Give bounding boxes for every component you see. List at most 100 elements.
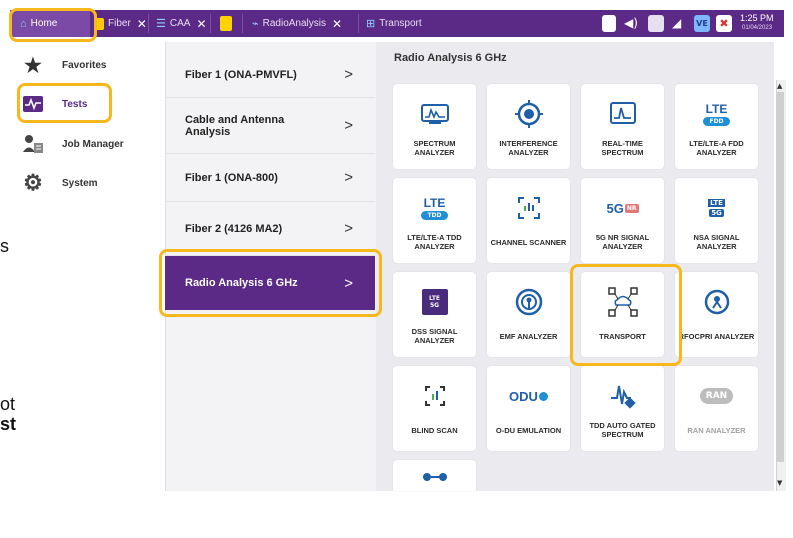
tests-icon — [22, 94, 44, 114]
sidebar-item-label: Favorites — [62, 59, 107, 71]
tile-nsa-signal-analyzer[interactable]: LTE 5G NSA SIGNAL ANALYZER — [675, 178, 758, 263]
tab-divider — [148, 14, 149, 33]
sidebar-item-tests[interactable]: Tests — [22, 91, 87, 117]
sidebar-item-job-manager[interactable]: Job Manager — [22, 131, 124, 157]
speaker-icon: ◀) — [624, 16, 638, 30]
badge-top: LTE — [423, 195, 446, 210]
tile-5g-nr-signal-analyzer[interactable]: 5G NR 5G NR SIGNAL ANALYZER — [581, 178, 664, 263]
sidebar-item-system[interactable]: ⚙ System — [22, 170, 98, 196]
panel-title: Radio Analysis 6 GHz — [394, 52, 507, 64]
edge-text: s — [0, 236, 9, 256]
lte-fdd-icon: LTE FDD — [675, 100, 758, 128]
tab-radio-analysis-label: RadioAnalysis — [262, 18, 326, 29]
category-label: Fiber 2 (4126 MA2) — [185, 222, 283, 235]
tile-label: REAL-TIME SPECTRUM — [601, 139, 644, 157]
scroll-up-arrow-icon[interactable]: ▲ — [777, 82, 782, 90]
tile-emf-analyzer[interactable]: EMF ANALYZER — [487, 272, 570, 357]
tab-divider — [210, 14, 211, 33]
category-item-cable-antenna[interactable]: Cable and Antenna Analysis > — [165, 98, 375, 154]
tab-fiber[interactable]: Fiber ✕ — [94, 10, 147, 37]
star-icon: ★ — [24, 54, 42, 77]
tools-icon[interactable]: ✖ — [716, 15, 732, 32]
transport-icon: ⊞ — [366, 18, 376, 30]
tile-lte-tdd-analyzer[interactable]: LTE TDD LTE/LTE-A TDD ANALYZER — [393, 178, 476, 263]
5g-nr-icon: 5G NR — [581, 194, 664, 222]
tile-label: SPECTRUM ANALYZER — [413, 139, 456, 157]
badge-bottom: TDD — [421, 210, 448, 220]
dss-badge: LTE 5G — [421, 289, 448, 315]
lte-tdd-icon: LTE TDD — [393, 194, 476, 222]
tile-label: LTE/LTE-A TDD ANALYZER — [407, 233, 462, 251]
tile-ran-analyzer[interactable]: RAN RAN ANALYZER — [675, 366, 758, 451]
tile-dss-signal-analyzer[interactable]: LTE 5G DSS SIGNAL ANALYZER — [393, 272, 476, 357]
scrollbar-thumb[interactable] — [777, 92, 784, 462]
tile-lte-fdd-analyzer[interactable]: LTE FDD LTE/LTE-A FDD ANALYZER — [675, 84, 758, 169]
battery-icon — [602, 15, 616, 32]
badge-top: LTE — [708, 199, 725, 207]
rfocpri-icon — [675, 288, 758, 316]
network-icon — [648, 15, 664, 32]
badge-top: 5G — [606, 200, 624, 216]
tile-label: 5G NR SIGNAL ANALYZER — [595, 233, 650, 251]
tile-transport[interactable]: TRANSPORT — [581, 272, 664, 357]
tile-label: INTERFERENCE ANALYZER — [499, 139, 558, 157]
chevron-right-icon: > — [344, 169, 353, 186]
tile-tdd-auto-gated-spectrum[interactable]: TDD AUTO GATED SPECTRUM — [581, 366, 664, 451]
tile-label: O-DU EMULATION — [495, 425, 562, 435]
fiber-icon — [94, 17, 104, 30]
radio-analysis-icon: ⌁ — [252, 18, 259, 30]
close-icon[interactable]: ✕ — [332, 17, 342, 31]
tile-channel-scanner[interactable]: CHANNEL SCANNER — [487, 178, 570, 263]
signal-icon: ◢ — [672, 16, 682, 30]
tile-label: LTE/LTE-A FDD ANALYZER — [689, 139, 744, 157]
tab-caa[interactable]: ☰ CAA ✕ — [156, 10, 207, 37]
close-icon[interactable]: ✕ — [196, 17, 206, 31]
tile-rfocpri-analyzer[interactable]: RFoCPRI ANALYZER — [675, 272, 758, 357]
tab-fiber-label: Fiber — [108, 18, 131, 29]
tab-transport[interactable]: ⊞ Transport — [366, 10, 422, 37]
tdd-auto-gated-icon — [581, 382, 664, 410]
tile-label: TDD AUTO GATED SPECTRUM — [589, 421, 656, 439]
category-label: Cable and Antenna Analysis — [185, 113, 285, 138]
badge-bottom: 5G — [429, 302, 440, 309]
tile-label: RFoCPRI ANALYZER — [678, 331, 755, 341]
category-label: Fiber 1 (ONA-800) — [185, 171, 278, 184]
interference-analyzer-icon — [487, 100, 570, 128]
category-label: Fiber 1 (ONA-PMVFL) — [185, 68, 297, 81]
chevron-right-icon: > — [344, 274, 353, 292]
tile-interference-analyzer[interactable]: INTERFERENCE ANALYZER — [487, 84, 570, 169]
sidebar-item-label: Job Manager — [62, 138, 124, 150]
chevron-right-icon: > — [344, 220, 353, 237]
tile-blind-scan[interactable]: BLIND SCAN — [393, 366, 476, 451]
odu-dot — [538, 391, 548, 401]
tile-label: NSA SIGNAL ANALYZER — [693, 233, 740, 251]
tab-home[interactable]: ⌂ Home — [10, 10, 90, 37]
dss-signal-icon: LTE 5G — [393, 288, 476, 316]
tab-folder[interactable] — [220, 10, 232, 37]
tile-label: BLIND SCAN — [411, 425, 458, 435]
tile-label: DSS SIGNAL ANALYZER — [411, 327, 458, 345]
home-icon: ⌂ — [20, 17, 27, 30]
badge-bottom: 5G — [709, 209, 724, 217]
tile-label: RAN ANALYZER — [687, 425, 746, 435]
sidebar-item-label: System — [62, 177, 98, 189]
category-item-fiber-2-4126[interactable]: Fiber 2 (4126 MA2) > — [165, 202, 375, 256]
tab-radio-analysis[interactable]: ⌁ RadioAnalysis ✕ — [252, 10, 342, 37]
emf-analyzer-icon — [487, 288, 570, 316]
category-item-fiber-1-ona-800[interactable]: Fiber 1 (ONA-800) > — [165, 154, 375, 202]
close-icon[interactable]: ✕ — [137, 17, 147, 31]
badge-bottom: FDD — [703, 116, 730, 126]
badge-top: LTE — [705, 101, 728, 116]
tile-odu-emulation[interactable]: ODU O-DU EMULATION — [487, 366, 570, 451]
category-item-fiber-1-ona-pmvfl[interactable]: Fiber 1 (ONA-PMVFL) > — [165, 52, 375, 98]
sidebar-item-favorites[interactable]: ★ Favorites — [22, 52, 106, 78]
odu-emulation-icon: ODU — [487, 382, 570, 410]
tile-label: TRANSPORT — [599, 331, 646, 341]
tile-spectrum-analyzer[interactable]: SPECTRUM ANALYZER — [393, 84, 476, 169]
clock-time: 1:25 PM — [740, 13, 774, 23]
tile-partial[interactable] — [393, 460, 476, 491]
scroll-down-arrow-icon[interactable]: ▼ — [777, 479, 782, 487]
tile-real-time-spectrum[interactable]: REAL-TIME SPECTRUM — [581, 84, 664, 169]
category-item-radio-analysis[interactable]: Radio Analysis 6 GHz > — [165, 256, 375, 310]
tab-divider — [242, 14, 243, 33]
